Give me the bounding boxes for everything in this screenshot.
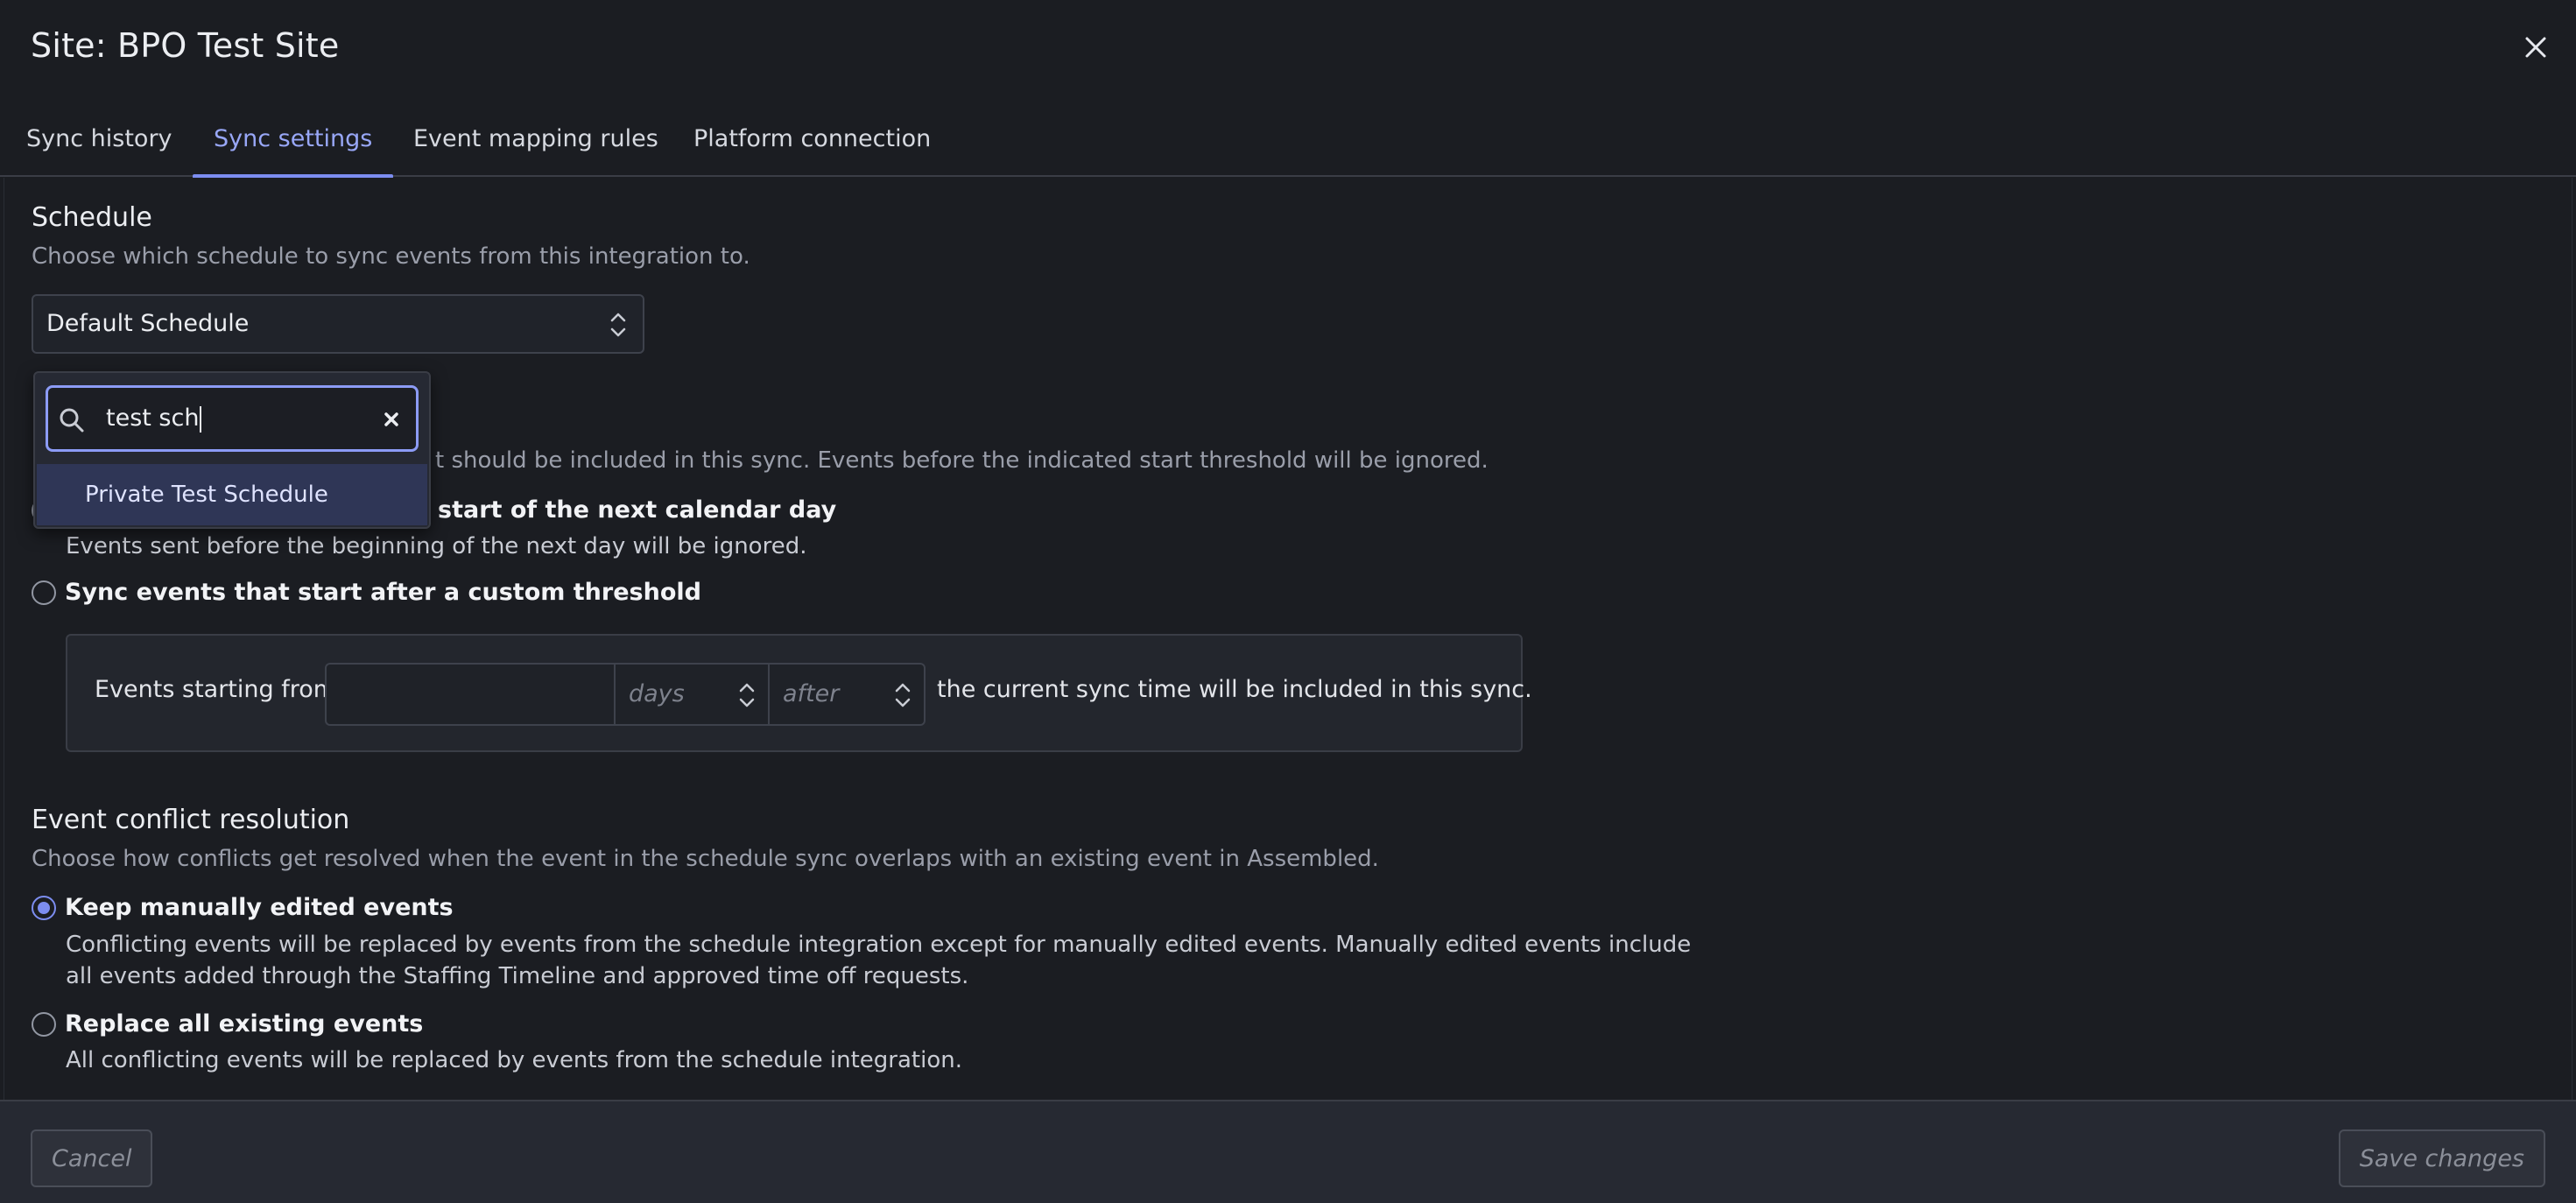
threshold-unit-select[interactable]: days	[614, 663, 770, 726]
replace-all-label[interactable]: Replace all existing events	[65, 1010, 423, 1038]
threshold-direction-placeholder: after	[783, 680, 840, 707]
keep-manual-radio[interactable]	[32, 895, 56, 920]
search-value: test sch	[106, 405, 200, 432]
replace-all-radio[interactable]	[32, 1011, 56, 1037]
schedule-select[interactable]: Default Schedule	[32, 294, 644, 354]
sync-custom-threshold-radio[interactable]	[32, 580, 56, 605]
conflict-description: Choose how conflicts get resolved when t…	[32, 846, 1379, 872]
schedule-dropdown-menu: test sch Private Test Schedule	[33, 371, 431, 529]
custom-threshold-box: Events starting from days after the curr…	[66, 634, 1532, 752]
chevron-up-down-icon	[739, 683, 755, 707]
sync-next-day-label[interactable]: start of the next calendar day	[438, 496, 836, 524]
sync-start-custom-option: Sync events that start after a custom th…	[32, 579, 701, 606]
tab-sync-history[interactable]: Sync history	[5, 124, 194, 177]
keep-manual-description-line1: Conflicting events will be replaced by e…	[66, 932, 1692, 958]
close-button[interactable]	[2520, 32, 2551, 63]
chevron-up-down-icon	[610, 313, 626, 337]
threshold-prefix-label: Events starting from	[95, 676, 337, 703]
search-value-wrap: test sch	[106, 405, 202, 433]
conflict-heading: Event conflict resolution	[32, 805, 350, 835]
keep-manual-option: Keep manually edited events	[32, 894, 454, 921]
sync-custom-threshold-label[interactable]: Sync events that start after a custom th…	[65, 579, 701, 606]
replace-all-option: Replace all existing events	[32, 1010, 423, 1038]
replace-all-description: All conflicting events will be replaced …	[66, 1047, 962, 1073]
site-settings-modal: Site: BPO Test Site Sync history Sync se…	[0, 0, 2576, 1203]
clear-search-icon[interactable]	[379, 407, 404, 432]
tab-platform-connection[interactable]: Platform connection	[672, 124, 952, 177]
dropdown-option-private-test-schedule[interactable]: Private Test Schedule	[37, 464, 427, 525]
threshold-suffix-label: the current sync time will be included i…	[937, 676, 1532, 703]
schedule-description: Choose which schedule to sync events fro…	[32, 243, 750, 270]
threshold-direction-select[interactable]: after	[770, 663, 926, 726]
keep-manual-label[interactable]: Keep manually edited events	[65, 894, 454, 921]
tab-sync-settings[interactable]: Sync settings	[193, 124, 394, 179]
page-title: Site: BPO Test Site	[31, 26, 340, 65]
save-changes-button[interactable]: Save changes	[2338, 1129, 2545, 1187]
chevron-up-down-icon	[895, 683, 911, 707]
tab-event-mapping-rules[interactable]: Event mapping rules	[392, 124, 679, 177]
sync-start-description: t should be included in this sync. Event…	[435, 447, 1489, 474]
search-icon	[60, 408, 84, 433]
modal-footer: Cancel Save changes	[0, 1100, 2576, 1203]
threshold-unit-placeholder: days	[629, 680, 685, 707]
schedule-search-input[interactable]: test sch	[46, 385, 419, 452]
close-icon	[2525, 37, 2546, 58]
schedule-heading: Schedule	[32, 202, 152, 233]
schedule-select-value: Default Schedule	[46, 310, 250, 337]
sync-next-day-description: Events sent before the beginning of the …	[66, 533, 807, 559]
threshold-amount-input[interactable]	[325, 663, 614, 726]
text-caret	[200, 405, 202, 433]
tab-bar: Sync history Sync settings Event mapping…	[0, 114, 2576, 179]
keep-manual-description-line2: all events added through the Staffing Ti…	[66, 963, 969, 989]
cancel-button[interactable]: Cancel	[31, 1129, 153, 1187]
sync-settings-panel: Schedule Choose which schedule to sync e…	[4, 178, 2572, 1100]
